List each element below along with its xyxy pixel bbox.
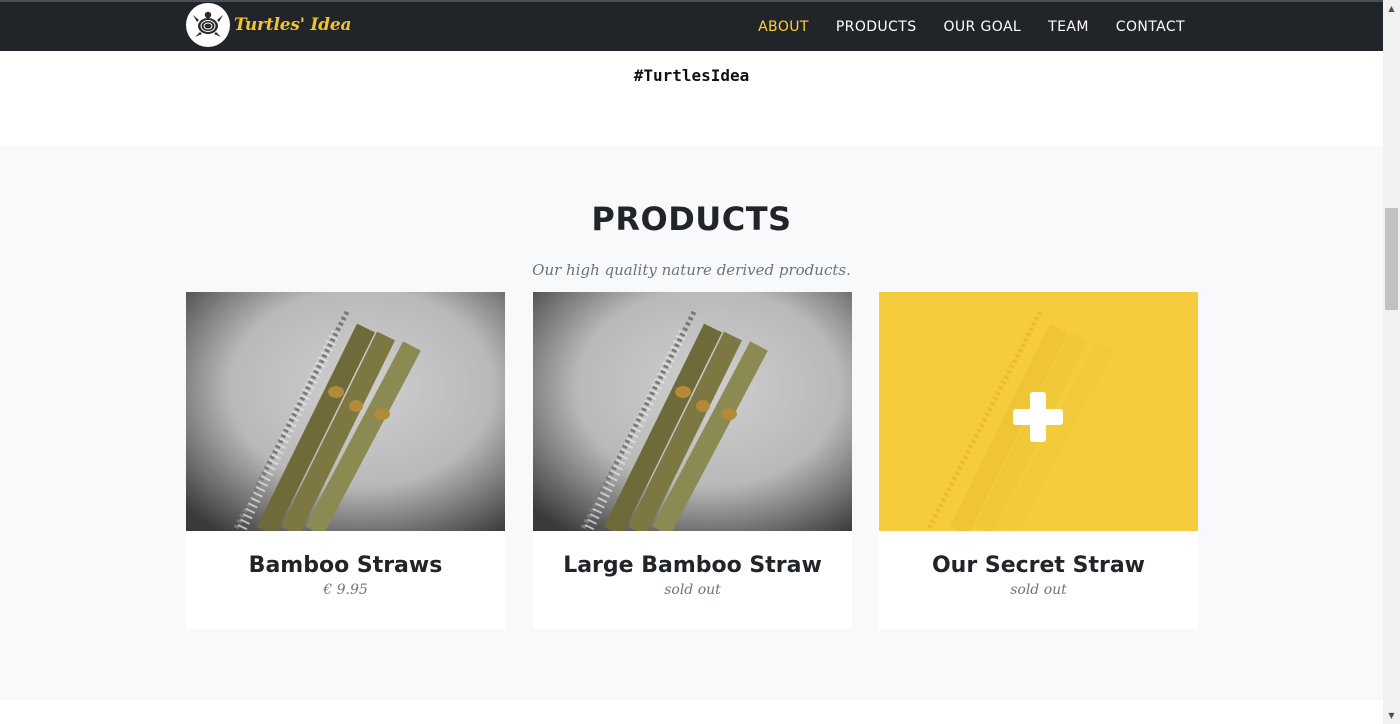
product-caption: Bamboo Straws € 9.95 — [186, 531, 505, 598]
product-card-secret-straw[interactable]: Our Secret Straw sold out — [879, 292, 1198, 629]
product-card-bamboo-straws[interactable]: Bamboo Straws € 9.95 — [186, 292, 505, 629]
nav-team[interactable]: TEAM — [1048, 19, 1089, 35]
product-title: Our Secret Straw — [931, 553, 1145, 578]
nav-contact[interactable]: CONTACT — [1116, 19, 1185, 35]
product-caption: Large Bamboo Straw sold out — [533, 531, 852, 598]
turtle-icon — [186, 3, 230, 47]
section-subheading: Our high quality nature derived products… — [532, 261, 851, 279]
brand-link[interactable]: Turtles' Idea — [186, 3, 351, 47]
page-scrollbar[interactable]: ▲ ▼ — [1383, 0, 1400, 724]
product-card-large-bamboo-straw[interactable]: Large Bamboo Straw sold out — [533, 292, 852, 629]
nav-menu: ABOUT PRODUCTS OUR GOAL TEAM CONTACT — [731, 2, 1185, 51]
large-bamboo-straw-image — [533, 292, 852, 531]
scrollbar-thumb[interactable] — [1385, 208, 1398, 310]
nav-our-goal[interactable]: OUR GOAL — [943, 19, 1021, 35]
product-price: € 9.95 — [323, 582, 368, 598]
nav-products[interactable]: PRODUCTS — [836, 19, 917, 35]
hashtag-text: #TurtlesIdea — [633, 66, 750, 85]
product-status: sold out — [1010, 582, 1067, 598]
product-title: Large Bamboo Straw — [563, 553, 822, 578]
product-status: sold out — [664, 582, 721, 598]
nav-about[interactable]: ABOUT — [758, 19, 809, 35]
scroll-down-arrow-icon[interactable]: ▼ — [1383, 707, 1400, 724]
secret-straw-image — [879, 292, 1198, 531]
scroll-up-arrow-icon[interactable]: ▲ — [1383, 0, 1400, 17]
products-section: PRODUCTS Our high quality nature derived… — [0, 146, 1383, 700]
bamboo-straws-image — [186, 292, 505, 531]
section-heading: PRODUCTS — [591, 200, 792, 238]
product-title: Bamboo Straws — [248, 553, 443, 578]
product-caption: Our Secret Straw sold out — [879, 531, 1198, 598]
brand-name: Turtles' Idea — [234, 15, 352, 35]
navbar: Turtles' Idea ABOUT PRODUCTS OUR GOAL TE… — [0, 0, 1383, 51]
